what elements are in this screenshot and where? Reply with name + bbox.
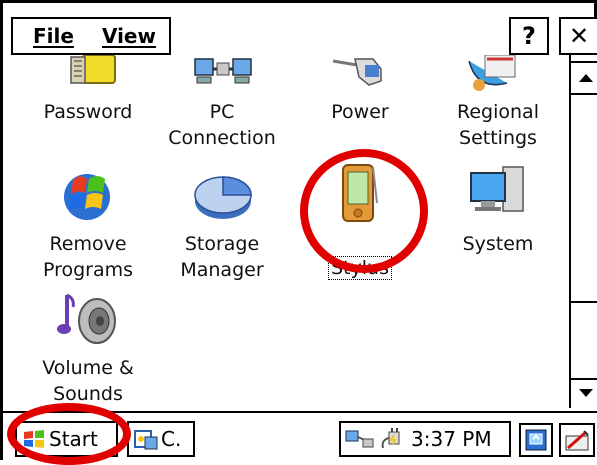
control-panel-window: File View ? ✕ Password PC Connection Pow… bbox=[0, 0, 597, 465]
scroll-up-button[interactable] bbox=[571, 61, 597, 95]
down-arrow-icon bbox=[579, 389, 593, 397]
icon-label: System bbox=[462, 233, 534, 255]
scroll-down-button[interactable] bbox=[571, 378, 597, 406]
menu-bar: File View bbox=[11, 17, 171, 55]
icon-label: PC Connection bbox=[168, 101, 276, 149]
power-plug-icon bbox=[332, 58, 382, 86]
show-desktop-icon bbox=[525, 429, 547, 451]
stylus-device-icon bbox=[342, 164, 378, 222]
close-button[interactable]: ✕ bbox=[559, 17, 597, 55]
stylus-label: Stylus bbox=[328, 256, 392, 280]
icon-label: Storage Manager bbox=[180, 233, 264, 281]
desktop-button[interactable] bbox=[519, 423, 553, 457]
regional-settings-icon bbox=[468, 55, 516, 91]
menu-view[interactable]: View bbox=[102, 24, 156, 48]
system-tray: 3:37 PM bbox=[339, 421, 511, 457]
windows-flag-icon bbox=[24, 430, 44, 448]
start-button[interactable]: Start bbox=[15, 421, 118, 457]
password-icon bbox=[70, 55, 116, 84]
vertical-scrollbar[interactable] bbox=[569, 55, 597, 421]
storage-pie-icon bbox=[194, 176, 252, 219]
icon-label: Power bbox=[331, 101, 389, 123]
help-button[interactable]: ? bbox=[509, 17, 549, 55]
icon-label: Remove Programs bbox=[42, 233, 134, 281]
taskbar-window-button[interactable]: C. bbox=[127, 421, 195, 457]
pc-connection-icon bbox=[194, 58, 252, 84]
taskbar-window-label: C. bbox=[161, 427, 182, 451]
start-label: Start bbox=[49, 427, 98, 451]
taskbar: Start C. 3:37 PM bbox=[3, 411, 597, 463]
up-arrow-icon bbox=[579, 74, 593, 82]
icon-label-selected: Stylus bbox=[295, 229, 425, 281]
input-panel-button[interactable] bbox=[559, 423, 595, 457]
icon-label: Password bbox=[43, 101, 133, 123]
clock[interactable]: 3:37 PM bbox=[411, 427, 492, 451]
menu-file[interactable]: File bbox=[33, 24, 74, 48]
input-panel-icon bbox=[565, 430, 589, 451]
system-computer-icon bbox=[470, 166, 524, 212]
windows-logo-icon bbox=[64, 174, 110, 220]
volume-speaker-icon bbox=[57, 293, 116, 344]
network-connection-icon[interactable] bbox=[345, 427, 375, 451]
power-plug-icon[interactable] bbox=[379, 426, 405, 452]
control-panel-icon bbox=[134, 430, 158, 450]
icon-label: Regional Settings bbox=[457, 101, 539, 149]
icon-label: Volume & Sounds bbox=[42, 357, 134, 405]
